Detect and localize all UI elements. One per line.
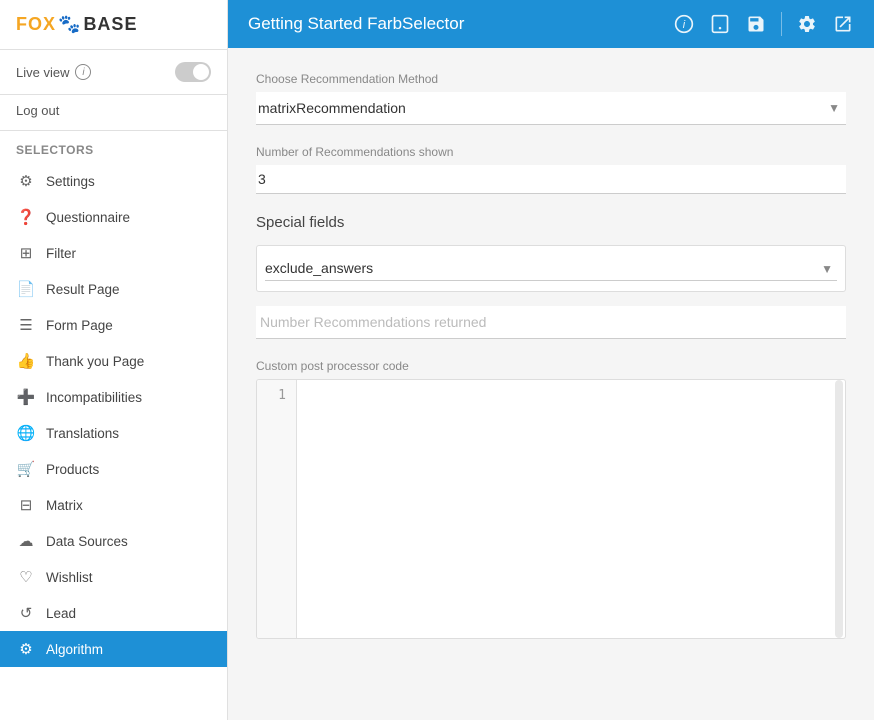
sidebar-item-label: Result Page bbox=[46, 282, 120, 297]
translations-icon: 🌐 bbox=[16, 424, 36, 442]
code-editor-body[interactable] bbox=[297, 380, 845, 638]
sidebar-item-settings[interactable]: ⚙ Settings bbox=[0, 163, 227, 199]
questionnaire-icon: ❓ bbox=[16, 208, 36, 226]
form-page-icon: ☰ bbox=[16, 316, 36, 334]
data-sources-icon: ☁ bbox=[16, 532, 36, 550]
sidebar-item-matrix[interactable]: ⊟ Matrix bbox=[0, 487, 227, 523]
sidebar-item-translations[interactable]: 🌐 Translations bbox=[0, 415, 227, 451]
topbar-icons: i bbox=[673, 12, 854, 36]
sidebar: FOX🐾BASE Live view i Log out Selectors ⚙… bbox=[0, 0, 228, 720]
choose-recommendation-select[interactable]: matrixRecommendation collaborativeFilter… bbox=[256, 92, 846, 124]
sidebar-item-questionnaire[interactable]: ❓ Questionnaire bbox=[0, 199, 227, 235]
sidebar-item-label: Filter bbox=[46, 246, 76, 261]
thank-you-icon: 👍 bbox=[16, 352, 36, 370]
sidebar-item-label: Matrix bbox=[46, 498, 83, 513]
external-link-icon[interactable] bbox=[832, 13, 854, 35]
sidebar-item-result-page[interactable]: 📄 Result Page bbox=[0, 271, 227, 307]
sidebar-item-label: Lead bbox=[46, 606, 76, 621]
sidebar-item-data-sources[interactable]: ☁ Data Sources bbox=[0, 523, 227, 559]
topbar: Getting Started FarbSelector i bbox=[228, 0, 874, 48]
code-editor-scrollbar[interactable] bbox=[835, 380, 843, 638]
incompatibilities-icon: ➕ bbox=[16, 388, 36, 406]
sidebar-item-form-page[interactable]: ☰ Form Page bbox=[0, 307, 227, 343]
sidebar-item-label: Wishlist bbox=[46, 570, 93, 585]
wishlist-icon: ♡ bbox=[16, 568, 36, 586]
live-view-row: Live view i bbox=[0, 50, 227, 95]
live-view-toggle[interactable] bbox=[175, 62, 211, 82]
choose-recommendation-group: Choose Recommendation Method matrixRecom… bbox=[256, 72, 846, 125]
num-recommendations-input[interactable] bbox=[256, 165, 846, 194]
sidebar-item-products[interactable]: 🛒 Products bbox=[0, 451, 227, 487]
code-line-number: 1 bbox=[267, 388, 286, 403]
num-recommendations-label: Number of Recommendations shown bbox=[256, 145, 846, 159]
sidebar-item-filter[interactable]: ⊞ Filter bbox=[0, 235, 227, 271]
filter-icon: ⊞ bbox=[16, 244, 36, 262]
sidebar-item-label: Settings bbox=[46, 174, 95, 189]
sidebar-item-label: Data Sources bbox=[46, 534, 128, 549]
sidebar-item-label: Thank you Page bbox=[46, 354, 144, 369]
matrix-icon: ⊟ bbox=[16, 496, 36, 514]
special-fields-select[interactable]: exclude_answers include_answers custom_f… bbox=[265, 256, 837, 281]
sidebar-item-label: Algorithm bbox=[46, 642, 103, 657]
live-view-info-icon[interactable]: i bbox=[75, 64, 91, 80]
save-icon[interactable] bbox=[745, 13, 767, 35]
algorithm-icon: ⚙ bbox=[16, 640, 36, 658]
sidebar-item-label: Questionnaire bbox=[46, 210, 130, 225]
sidebar-item-incompatibilities[interactable]: ➕ Incompatibilities bbox=[0, 379, 227, 415]
sidebar-item-label: Form Page bbox=[46, 318, 113, 333]
tablet-icon[interactable] bbox=[709, 13, 731, 35]
sidebar-item-algorithm[interactable]: ⚙ Algorithm bbox=[0, 631, 227, 667]
live-view-label: Live view i bbox=[16, 64, 91, 80]
num-rec-returned-group bbox=[256, 306, 846, 339]
code-editor[interactable]: 1 bbox=[256, 379, 846, 639]
settings-icon: ⚙ bbox=[16, 172, 36, 190]
sidebar-item-wishlist[interactable]: ♡ Wishlist bbox=[0, 559, 227, 595]
special-fields-box: exclude_answers include_answers custom_f… bbox=[256, 245, 846, 292]
result-page-icon: 📄 bbox=[16, 280, 36, 298]
content-area: Choose Recommendation Method matrixRecom… bbox=[228, 48, 874, 720]
special-fields-select-wrapper: exclude_answers include_answers custom_f… bbox=[257, 250, 845, 287]
live-view-text: Live view bbox=[16, 65, 69, 80]
topbar-divider bbox=[781, 12, 782, 36]
lead-icon: ↺ bbox=[16, 604, 36, 622]
sidebar-logo: FOX🐾BASE bbox=[0, 0, 227, 50]
num-rec-returned-input[interactable] bbox=[256, 306, 846, 339]
sidebar-item-label: Translations bbox=[46, 426, 119, 441]
sidebar-item-lead[interactable]: ↺ Lead bbox=[0, 595, 227, 631]
main-area: Getting Started FarbSelector i Choose Re… bbox=[228, 0, 874, 720]
topbar-settings-icon[interactable] bbox=[796, 13, 818, 35]
logo-text: FOX🐾BASE bbox=[16, 14, 137, 35]
page-title: Getting Started FarbSelector bbox=[248, 14, 464, 34]
products-icon: 🛒 bbox=[16, 460, 36, 478]
sidebar-item-label: Products bbox=[46, 462, 99, 477]
custom-post-processor-label: Custom post processor code bbox=[256, 359, 846, 373]
custom-post-processor-group: Custom post processor code 1 bbox=[256, 359, 846, 639]
sidebar-item-thank-you-page[interactable]: 👍 Thank you Page bbox=[0, 343, 227, 379]
num-recommendations-group: Number of Recommendations shown bbox=[256, 145, 846, 194]
sidebar-section-label: Selectors bbox=[0, 131, 227, 163]
sidebar-item-label: Incompatibilities bbox=[46, 390, 142, 405]
logout-button[interactable]: Log out bbox=[0, 95, 227, 131]
special-fields-title: Special fields bbox=[256, 214, 846, 231]
svg-text:i: i bbox=[683, 19, 686, 31]
choose-recommendation-label: Choose Recommendation Method bbox=[256, 72, 846, 86]
info-icon[interactable]: i bbox=[673, 13, 695, 35]
choose-recommendation-select-wrapper: matrixRecommendation collaborativeFilter… bbox=[256, 92, 846, 125]
code-editor-gutter: 1 bbox=[257, 380, 297, 638]
